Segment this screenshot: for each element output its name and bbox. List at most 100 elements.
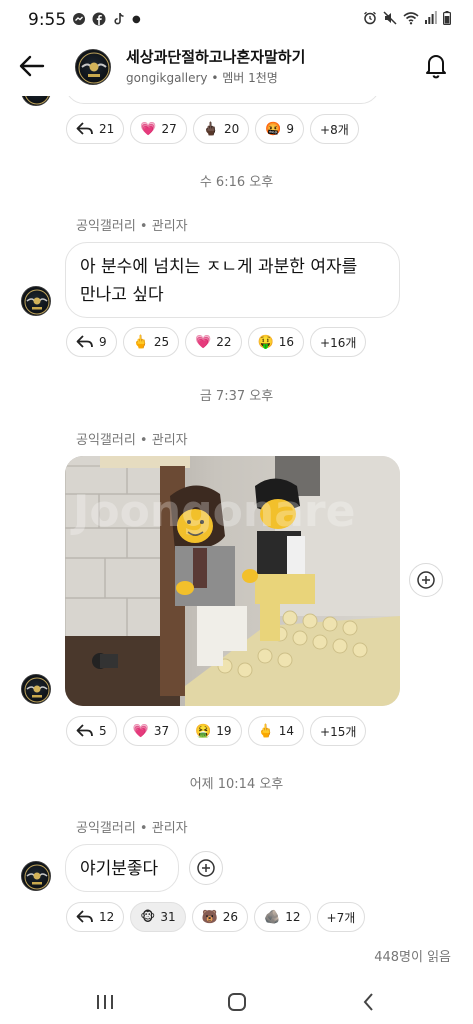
date-separator: 어제 10:14 오후 (189, 777, 284, 792)
group-title[interactable]: 세상과단절하고나혼자말하기 (126, 46, 305, 67)
chat-header: 세상과단절하고나혼자말하기 gongikgallery • 멤버 1천명 (0, 40, 473, 96)
reply-count-button[interactable]: 5 (66, 716, 117, 746)
messenger-icon (73, 13, 85, 25)
sender-name: 공익갤러리 • 관리자 (76, 821, 188, 836)
reaction-chip[interactable]: 💗 37 (122, 716, 180, 746)
sender-avatar[interactable] (21, 286, 51, 316)
reaction-chip[interactable]: 🐵 31 (130, 902, 186, 932)
sender-name: 공익갤러리 • 관리자 (76, 433, 188, 448)
reaction-count: 26 (222, 910, 239, 924)
reaction-count: 31 (160, 910, 176, 924)
battery-icon (443, 11, 451, 25)
back-nav-button[interactable] (354, 988, 384, 1016)
sender-avatar[interactable] (21, 674, 51, 704)
reaction-chip[interactable]: 🖕 14 (247, 716, 305, 746)
emblem-icon (78, 52, 110, 84)
date-separator: 수 6:16 오후 (199, 175, 274, 190)
reply-count-button[interactable]: 12 (66, 902, 125, 932)
chevron-left-icon (363, 993, 373, 1011)
reaction-count: 21 (99, 122, 115, 136)
reply-icon (76, 122, 93, 135)
message-image[interactable]: Joongonare (65, 456, 400, 706)
middle-finger-icon: 🖕🏿 (202, 121, 219, 137)
message-bubble[interactable]: 아 분수에 넘치는 ㅈㄴ게 과분한 여자를 만나고 싶다 (65, 242, 400, 318)
reaction-count: 25 (153, 335, 170, 349)
message-text: 야기분좋다 (80, 859, 159, 879)
reaction-chip[interactable]: 🤮 19 (185, 716, 242, 746)
more-reactions-button[interactable]: +16개 (310, 327, 367, 357)
emblem-icon (24, 289, 50, 315)
home-button[interactable] (222, 988, 252, 1016)
message-bubble[interactable] (65, 96, 380, 104)
reaction-chip[interactable]: 💗 27 (130, 114, 187, 144)
message-text-line: 아 분수에 넘치는 ㅈㄴ게 과분한 여자를 (80, 257, 358, 277)
recent-apps-button[interactable] (90, 988, 120, 1016)
reaction-bar: 21 💗 27 🖕🏿 20 🤬 9 +8개 (66, 114, 359, 144)
notification-bell-button[interactable] (421, 50, 451, 80)
home-icon (228, 993, 246, 1011)
reaction-chip[interactable]: 🪨 12 (254, 902, 311, 932)
arrow-left-icon (19, 55, 45, 77)
heart-icon: 💗 (132, 723, 149, 739)
reaction-chip[interactable]: 🖕 25 (122, 327, 180, 357)
reaction-chip[interactable]: 🐻 26 (191, 902, 249, 932)
reaction-count: 9 (286, 122, 295, 136)
reaction-count: 9 (99, 335, 107, 349)
angry-face-icon: 🤬 (265, 121, 282, 137)
date-separator: 금 7:37 오후 (199, 389, 274, 404)
sender-avatar[interactable] (21, 96, 51, 106)
reaction-bar: 9 🖕 25 💗 22 🤑 16 +16개 (66, 327, 367, 357)
reaction-count: +8개 (320, 122, 349, 137)
reaction-count: +16개 (320, 335, 357, 350)
reply-icon (76, 724, 93, 737)
message-text-line: 만나고 싶다 (80, 285, 164, 305)
group-subtitle: gongikgallery • 멤버 1천명 (126, 71, 278, 85)
reaction-count: 27 (161, 122, 177, 136)
message-bubble[interactable]: 야기분좋다 (65, 844, 179, 892)
sender-name: 공익갤러리 • 관리자 (76, 219, 188, 234)
bear-icon: 🐻 (201, 909, 218, 925)
more-reactions-button[interactable]: +8개 (310, 114, 359, 144)
more-reactions-button[interactable]: +7개 (316, 902, 366, 932)
more-reactions-button[interactable]: +15개 (310, 716, 367, 746)
reaction-chip[interactable]: 🖕🏿 20 (192, 114, 250, 144)
bell-icon (426, 55, 446, 79)
reaction-count: 14 (278, 724, 295, 738)
status-time: 9:55 (28, 10, 67, 30)
status-bar: 9:55 ● (0, 0, 473, 40)
reaction-count: 22 (216, 335, 232, 349)
facebook-icon (92, 12, 106, 26)
image-watermark: Joongonare (70, 486, 355, 537)
add-reaction-button[interactable] (409, 563, 443, 597)
group-avatar[interactable] (75, 49, 111, 85)
rock-icon: 🪨 (264, 909, 281, 925)
system-icons (363, 11, 451, 25)
signal-icon (425, 11, 437, 24)
add-emoji-icon (197, 859, 215, 877)
reply-count-button[interactable]: 21 (66, 114, 125, 144)
reply-icon (76, 910, 93, 923)
reply-count-button[interactable]: 9 (66, 327, 117, 357)
back-button[interactable] (16, 50, 48, 82)
reaction-count: 16 (278, 335, 295, 349)
reaction-bar: 12 🐵 31 🐻 26 🪨 12 +7개 (66, 902, 366, 932)
reaction-chip[interactable]: 🤬 9 (255, 114, 305, 144)
monkey-icon: 🐵 (140, 909, 156, 925)
sender-avatar[interactable] (21, 861, 51, 891)
reply-icon (76, 335, 93, 348)
add-reaction-button[interactable] (189, 851, 223, 885)
reaction-count: 20 (223, 122, 240, 136)
system-nav-bar (0, 980, 473, 1024)
notification-icons: ● (72, 12, 141, 26)
emblem-icon (24, 677, 50, 703)
mute-icon (383, 11, 397, 25)
dot-icon: ● (132, 13, 141, 25)
chat-scroll-area[interactable]: 21 💗 27 🖕🏿 20 🤬 9 +8개 수 6:16 오후 공익갤러리 • 관리자 아 분… (0, 96, 473, 980)
reaction-chip[interactable]: 💗 22 (185, 327, 242, 357)
nauseated-face-icon: 🤮 (195, 723, 212, 739)
reaction-count: 12 (285, 910, 301, 924)
reaction-chip[interactable]: 🤑 16 (247, 327, 305, 357)
read-count: 448명이 읽음 (374, 950, 451, 965)
heart-icon: 💗 (195, 334, 212, 350)
reaction-count: 5 (99, 724, 107, 738)
